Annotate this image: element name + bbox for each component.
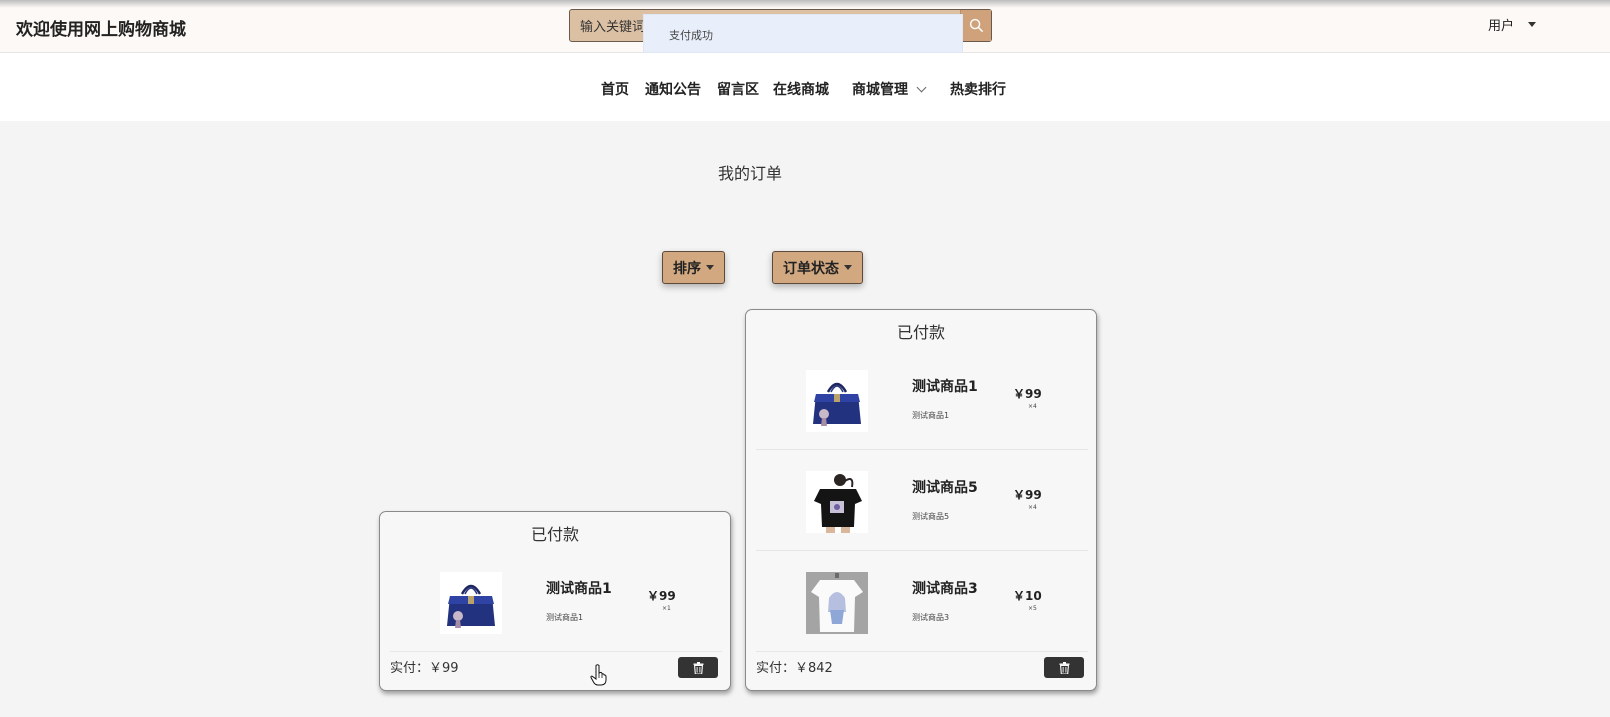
- top-header: 欢迎使用网上购物商城 支付成功 用户: [0, 0, 1610, 53]
- user-menu[interactable]: 用户: [1488, 14, 1537, 34]
- caret-down-icon: [1528, 21, 1537, 27]
- order-status-dropdown-label: 订单状态: [783, 260, 839, 277]
- caret-down-icon: [844, 265, 852, 270]
- nav-item-mall-management[interactable]: 商城管理: [852, 79, 927, 99]
- order-status: 已付款: [896, 323, 945, 342]
- item-description: 测试商品1: [912, 411, 950, 420]
- sort-dropdown-label: 排序: [673, 260, 701, 277]
- handbag-image: [440, 572, 502, 634]
- item-description: 测试商品5: [912, 512, 950, 521]
- nav-item-label: 首页: [601, 82, 629, 98]
- order-status: 已付款: [530, 525, 579, 544]
- order-item[interactable]: 测试商品1 测试商品1 ￥99 ×1: [390, 552, 722, 652]
- item-description: 测试商品3: [912, 613, 950, 622]
- nav-item-home[interactable]: 首页: [601, 79, 629, 99]
- paid-amount: 实付：￥99: [390, 661, 459, 676]
- item-name: 测试商品3: [912, 581, 978, 597]
- order-item[interactable]: 测试商品1 测试商品1 ￥99 ×4: [756, 350, 1088, 450]
- item-price: ￥99: [647, 589, 676, 603]
- nav-item-label: 商城管理: [852, 82, 908, 98]
- item-quantity: ×4: [1028, 504, 1037, 511]
- hand-cursor-icon: [590, 664, 607, 686]
- white-tshirt-image: [806, 572, 868, 634]
- sort-dropdown[interactable]: 排序: [662, 251, 725, 284]
- order-status-dropdown[interactable]: 订单状态: [772, 251, 863, 284]
- item-name: 测试商品5: [912, 480, 978, 496]
- nav-item-messages[interactable]: 留言区: [717, 79, 759, 99]
- main-nav: 首页 通知公告 留言区 在线商城 商城管理 热卖排行: [0, 53, 1610, 121]
- item-description: 测试商品1: [546, 613, 584, 622]
- chevron-down-icon: [916, 82, 927, 92]
- nav-item-label: 在线商城: [773, 82, 829, 98]
- nav-item-label: 通知公告: [645, 82, 701, 98]
- order-item[interactable]: 测试商品3 测试商品3 ￥10 ×5: [756, 552, 1088, 652]
- handbag-image: [806, 370, 868, 432]
- item-price: ￥99: [1013, 387, 1042, 401]
- nav-item-label: 热卖排行: [950, 82, 1006, 98]
- item-quantity: ×4: [1028, 403, 1037, 410]
- item-name: 测试商品1: [546, 581, 612, 597]
- site-title: 欢迎使用网上购物商城: [16, 20, 186, 40]
- user-label: 用户: [1488, 18, 1515, 34]
- nav-item-label: 留言区: [717, 82, 759, 98]
- item-name: 测试商品1: [912, 379, 978, 395]
- search-icon: [969, 18, 983, 33]
- item-price: ￥10: [1013, 589, 1042, 603]
- order-card: 已付款 测试商品1 测试商品1 ￥99 ×4 测试商品5 测试商品5 ￥99 ×…: [745, 309, 1097, 691]
- item-price: ￥99: [1013, 488, 1042, 502]
- nav-item-notices[interactable]: 通知公告: [645, 79, 701, 99]
- search-button[interactable]: [960, 10, 991, 41]
- trash-icon: [1059, 661, 1069, 674]
- page-title: 我的订单: [717, 164, 782, 183]
- payment-success-toast: 支付成功: [643, 14, 963, 53]
- item-quantity: ×5: [1028, 605, 1037, 612]
- item-quantity: ×1: [662, 605, 671, 612]
- order-item[interactable]: 测试商品5 测试商品5 ￥99 ×4: [756, 451, 1088, 551]
- paid-amount: 实付：￥842: [756, 661, 833, 676]
- nav-item-online-mall[interactable]: 在线商城: [773, 79, 829, 99]
- order-card: 已付款 测试商品1 测试商品1 ￥99 ×1 实付：￥99: [379, 511, 731, 691]
- black-tshirt-image: [806, 471, 868, 533]
- nav-item-hot-ranking[interactable]: 热卖排行: [950, 79, 1006, 99]
- delete-order-button[interactable]: [1044, 657, 1084, 678]
- trash-icon: [693, 661, 703, 674]
- caret-down-icon: [706, 265, 714, 270]
- delete-order-button[interactable]: [678, 657, 718, 678]
